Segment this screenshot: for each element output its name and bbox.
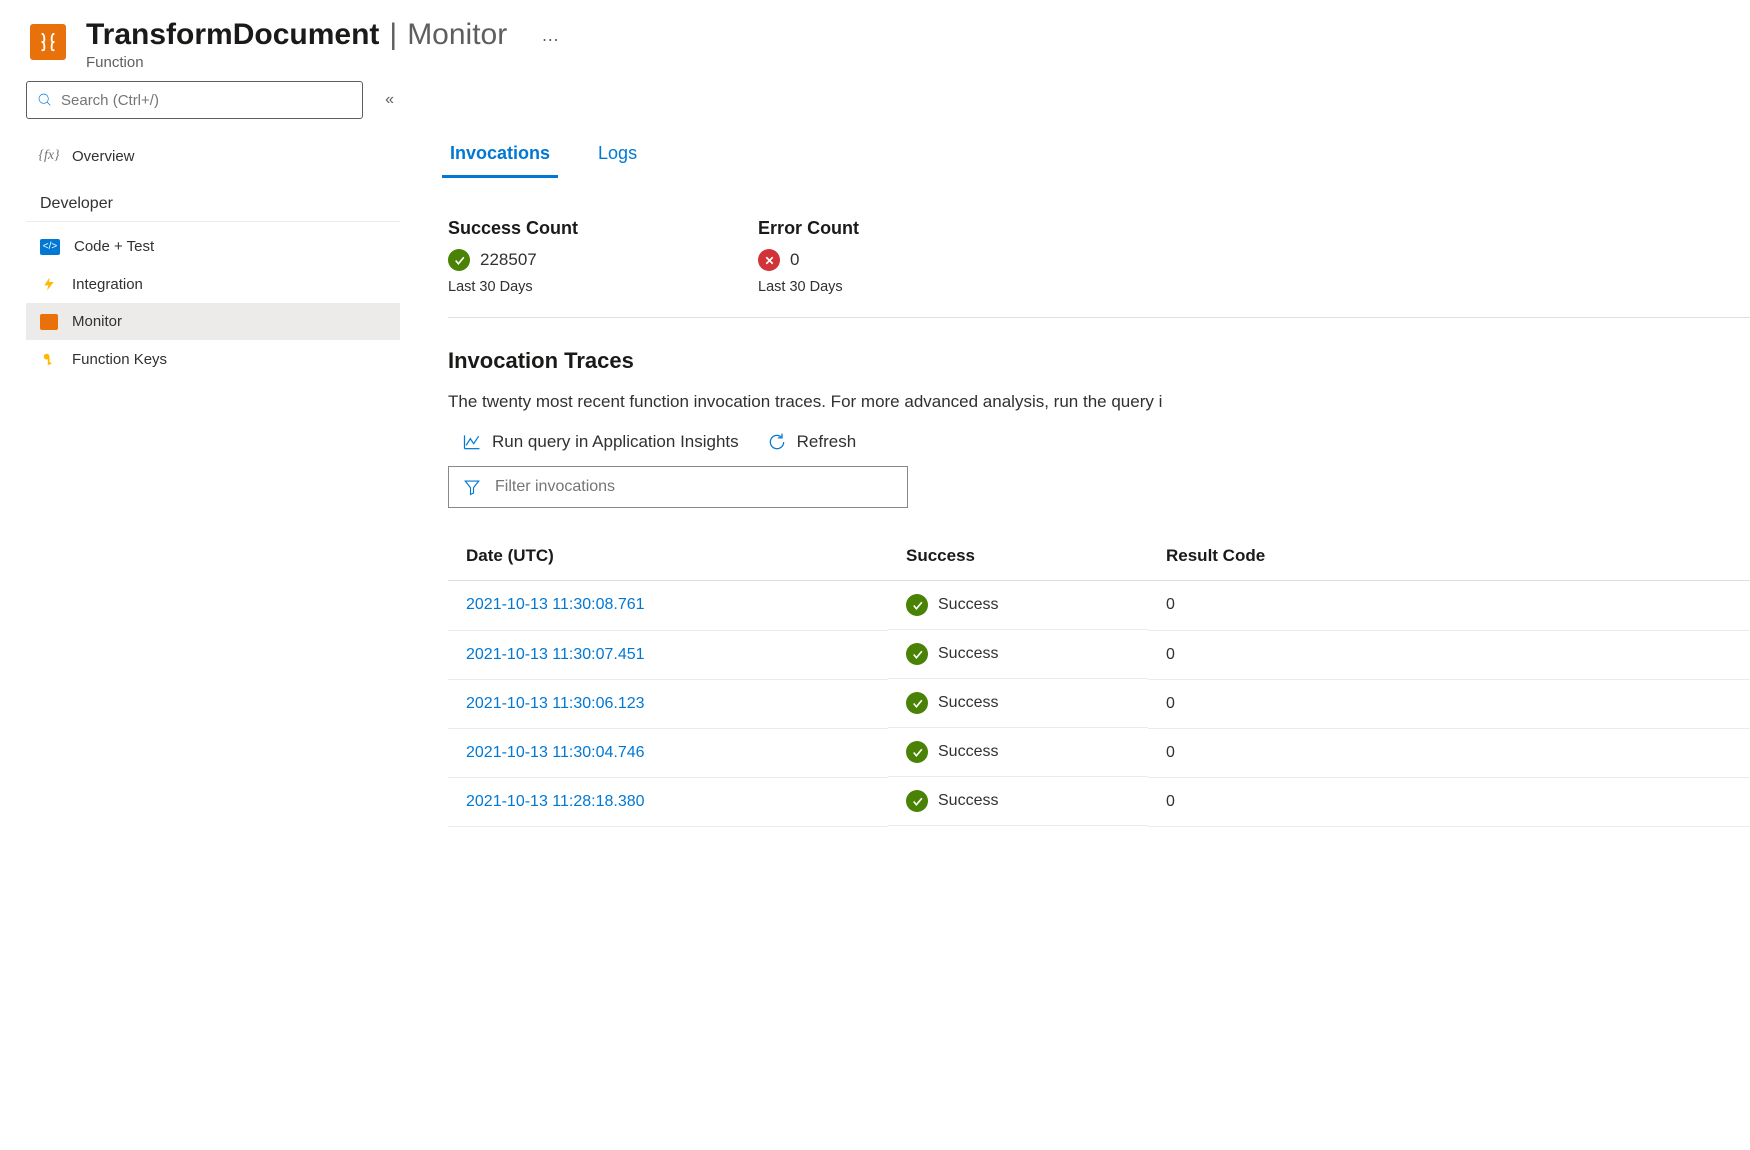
sidebar-item-monitor[interactable]: Monitor — [26, 303, 400, 340]
sidebar-item-overview[interactable]: {fx} Overview — [26, 137, 400, 175]
sidebar-item-integration[interactable]: Integration — [26, 265, 400, 303]
success-check-icon — [906, 692, 928, 714]
trace-success-cell: Success — [888, 679, 1148, 728]
table-row: 2021-10-13 11:30:06.123 Success 0 — [448, 679, 1750, 728]
monitor-icon — [40, 314, 58, 330]
trace-result: 0 — [1148, 728, 1750, 777]
trace-success-cell: Success — [888, 777, 1148, 826]
sidebar-item-label: Monitor — [72, 313, 122, 330]
filter-icon — [463, 478, 481, 496]
trace-status: Success — [938, 645, 998, 663]
trace-result: 0 — [1148, 581, 1750, 631]
trace-date-link[interactable]: 2021-10-13 11:30:08.761 — [466, 596, 645, 613]
trace-result: 0 — [1148, 777, 1750, 826]
trace-success-cell: Success — [888, 728, 1148, 777]
bolt-icon — [40, 275, 58, 293]
sidebar-item-label: Overview — [72, 148, 135, 165]
table-row: 2021-10-13 11:28:18.380 Success 0 — [448, 777, 1750, 826]
sidebar-section-developer: Developer — [26, 175, 400, 222]
trace-date-link[interactable]: 2021-10-13 11:30:04.746 — [466, 744, 645, 761]
stat-success: Success Count 228507 Last 30 Days — [448, 218, 578, 295]
stat-error: Error Count 0 Last 30 Days — [758, 218, 859, 295]
trace-status: Success — [938, 792, 998, 810]
page-subtitle: Function — [86, 54, 1740, 71]
success-check-icon — [448, 249, 470, 271]
success-check-icon — [906, 643, 928, 665]
trace-success-cell: Success — [888, 630, 1148, 679]
filter-invocations-box[interactable] — [448, 466, 908, 508]
page-section: Monitor — [407, 18, 507, 52]
sidebar-item-code-test[interactable]: </> Code + Test — [26, 228, 400, 265]
sidebar-item-label: Integration — [72, 276, 143, 293]
tab-logs[interactable]: Logs — [596, 135, 639, 176]
collapse-sidebar-button[interactable]: « — [385, 91, 390, 109]
trace-date-link[interactable]: 2021-10-13 11:28:18.380 — [466, 793, 645, 810]
success-check-icon — [906, 790, 928, 812]
success-check-icon — [906, 741, 928, 763]
function-app-icon — [30, 24, 66, 60]
trace-result: 0 — [1148, 630, 1750, 679]
sidebar-item-function-keys[interactable]: Function Keys — [26, 340, 400, 378]
refresh-icon — [767, 432, 787, 452]
col-result[interactable]: Result Code — [1148, 532, 1750, 581]
stat-success-value: 228507 — [480, 250, 537, 270]
success-check-icon — [906, 594, 928, 616]
run-query-label: Run query in Application Insights — [492, 432, 739, 452]
fx-icon: {fx} — [40, 147, 58, 165]
run-query-link[interactable]: Run query in Application Insights — [462, 432, 739, 452]
code-icon: </> — [40, 239, 60, 255]
stat-success-label: Success Count — [448, 218, 578, 239]
page-title: TransformDocument — [86, 18, 379, 52]
chart-line-icon — [462, 432, 482, 452]
sidebar-item-label: Code + Test — [74, 238, 154, 255]
sidebar: « {fx} Overview Developer </> Code + Tes… — [0, 71, 400, 827]
stat-error-label: Error Count — [758, 218, 859, 239]
search-input[interactable] — [61, 92, 352, 109]
tab-invocations[interactable]: Invocations — [448, 135, 552, 176]
trace-result: 0 — [1148, 679, 1750, 728]
filter-invocations-input[interactable] — [495, 478, 893, 496]
trace-date-link[interactable]: 2021-10-13 11:30:07.451 — [466, 646, 645, 663]
stat-error-period: Last 30 Days — [758, 279, 859, 295]
sidebar-item-label: Function Keys — [72, 351, 167, 368]
refresh-label: Refresh — [797, 432, 857, 452]
stat-success-period: Last 30 Days — [448, 279, 578, 295]
col-success[interactable]: Success — [888, 532, 1148, 581]
table-row: 2021-10-13 11:30:08.761 Success 0 — [448, 581, 1750, 631]
more-actions-button[interactable]: … — [541, 25, 561, 46]
title-separator: | — [389, 18, 397, 52]
table-row: 2021-10-13 11:30:04.746 Success 0 — [448, 728, 1750, 777]
search-icon — [37, 92, 53, 108]
trace-success-cell: Success — [888, 581, 1148, 630]
key-icon — [40, 350, 58, 368]
trace-status: Success — [938, 694, 998, 712]
invocation-traces-heading: Invocation Traces — [448, 348, 1750, 374]
table-row: 2021-10-13 11:30:07.451 Success 0 — [448, 630, 1750, 679]
col-date[interactable]: Date (UTC) — [448, 532, 888, 581]
error-x-icon — [758, 249, 780, 271]
trace-status: Success — [938, 743, 998, 761]
invocations-table: Date (UTC) Success Result Code 2021-10-1… — [448, 532, 1750, 827]
invocation-traces-description: The twenty most recent function invocati… — [448, 392, 1750, 412]
stat-error-value: 0 — [790, 250, 799, 270]
refresh-button[interactable]: Refresh — [767, 432, 857, 452]
trace-date-link[interactable]: 2021-10-13 11:30:06.123 — [466, 695, 645, 712]
trace-status: Success — [938, 596, 998, 614]
tabs: Invocations Logs — [448, 135, 1750, 176]
search-box[interactable] — [26, 81, 363, 119]
